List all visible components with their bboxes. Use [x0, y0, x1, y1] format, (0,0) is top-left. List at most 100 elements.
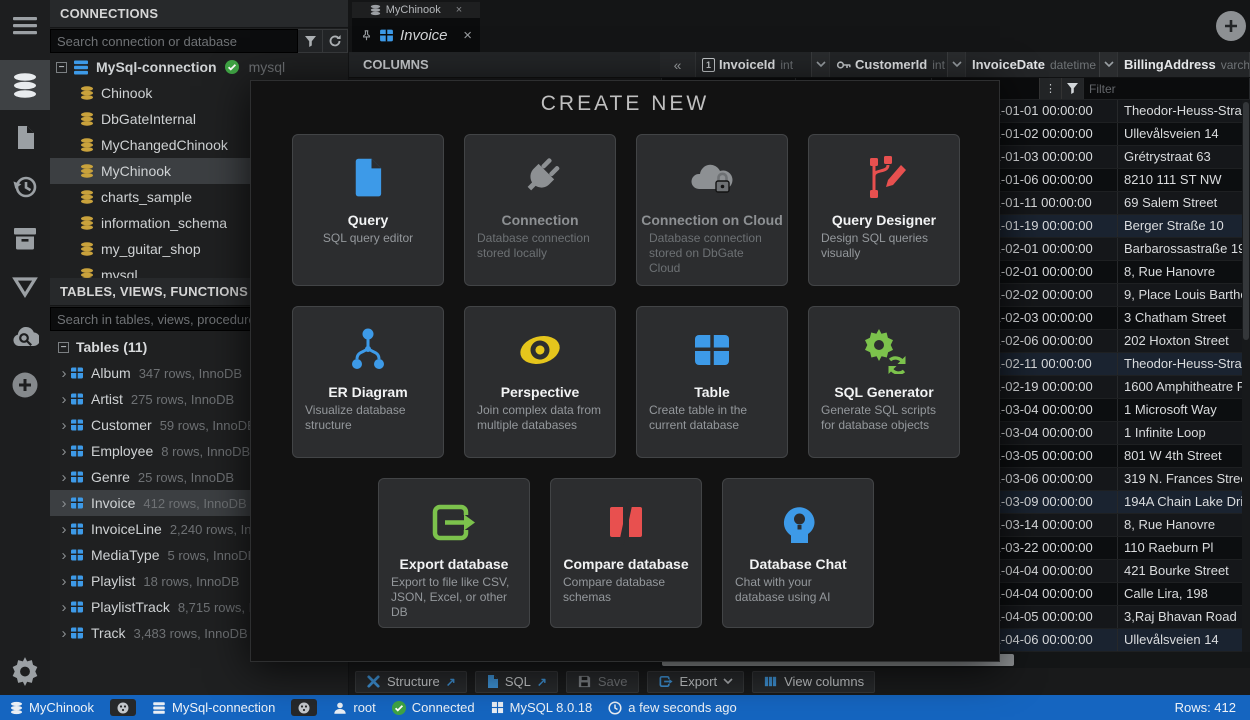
column-menu-chevron[interactable]	[1099, 52, 1117, 77]
cell-billingaddress[interactable]: Ullevålsveien 14	[1118, 123, 1250, 145]
cell-billingaddress[interactable]: 1 Microsoft Way	[1118, 399, 1250, 421]
cell-billingaddress[interactable]: 202 Hoxton Street	[1118, 330, 1250, 352]
settings-button[interactable]	[0, 646, 50, 696]
cell-billingaddress[interactable]: 110 Raeburn Pl	[1118, 537, 1250, 559]
tab-group-header[interactable]: MyChinook ×	[352, 2, 480, 18]
tile-export-database[interactable]: Export database Export to file like CSV,…	[378, 478, 530, 628]
statusbar-database[interactable]: MyChinook	[10, 700, 94, 715]
new-tab-button[interactable]	[1216, 11, 1246, 41]
cell-billingaddress[interactable]: 421 Bourke Street	[1118, 560, 1250, 582]
sidebar-item-cloud-search[interactable]	[0, 312, 50, 362]
vertical-scrollbar[interactable]	[1242, 100, 1250, 652]
table-icon	[70, 444, 84, 458]
cell-billingaddress[interactable]: 8, Rue Hanovre	[1118, 261, 1250, 283]
export-button[interactable]: Export	[647, 671, 745, 693]
connections-search-input[interactable]	[50, 29, 298, 53]
grid-header-row: « 1 InvoiceId int CustomerId int Invoice…	[660, 52, 1250, 78]
collapse-box-icon[interactable]: −	[58, 342, 69, 353]
expand-chevron-icon[interactable]: ›	[58, 495, 70, 512]
menu-button[interactable]	[0, 0, 50, 50]
tab-invoice[interactable]: Invoice ×	[352, 18, 480, 52]
cell-billingaddress[interactable]: Ullevålsveien 14	[1118, 629, 1250, 651]
cell-billingaddress[interactable]: Berger Straße 10	[1118, 215, 1250, 237]
sidebar-item-database[interactable]	[0, 60, 50, 110]
palette-icon	[116, 701, 130, 715]
tile-compare-database[interactable]: Compare database Compare database schema…	[550, 478, 702, 628]
cell-billingaddress[interactable]: Theodor-Heuss-Straße 34	[1118, 353, 1250, 375]
sql-button[interactable]: SQL ↗	[475, 671, 558, 693]
expand-chevron-icon[interactable]: ›	[58, 443, 70, 460]
collapse-columns-icon[interactable]: «	[660, 52, 696, 77]
cell-billingaddress[interactable]: 319 N. Frances Street	[1118, 468, 1250, 490]
tile-perspective[interactable]: Perspective Join complex data from multi…	[464, 306, 616, 458]
chevron-down-icon	[952, 61, 962, 68]
cell-billingaddress[interactable]: 3 Chatham Street	[1118, 307, 1250, 329]
tile-sql-generator[interactable]: SQL Generator Generate SQL scripts for d…	[808, 306, 960, 458]
tile-query-designer[interactable]: Query Designer Design SQL queries visual…	[808, 134, 960, 286]
close-tab-icon[interactable]: ×	[463, 27, 472, 44]
sidebar-item-history[interactable]	[0, 162, 50, 212]
column-menu-chevron[interactable]	[811, 52, 829, 77]
filter-funnel-icon[interactable]	[1061, 78, 1083, 99]
cell-billingaddress[interactable]: 3,Raj Bhavan Road	[1118, 606, 1250, 628]
connections-refresh-button[interactable]	[323, 29, 348, 53]
cell-billingaddress[interactable]: 1600 Amphitheatre Parkway	[1118, 376, 1250, 398]
database-color-chip[interactable]	[110, 699, 136, 716]
cell-billingaddress[interactable]: Theodor-Heuss-Straße 34	[1118, 100, 1250, 122]
statusbar-user[interactable]: root	[333, 700, 375, 715]
sidebar-item-filter[interactable]	[0, 262, 50, 312]
save-button[interactable]: Save	[566, 671, 639, 693]
column-header-invoicedate[interactable]: InvoiceDate datetime	[966, 52, 1118, 77]
statusbar-engine[interactable]: MySQL 8.0.18	[491, 700, 593, 715]
tile-er-diagram[interactable]: ER Diagram Visualize database structure	[292, 306, 444, 458]
cell-billingaddress[interactable]: Barbarossastraße 19	[1118, 238, 1250, 260]
statusbar-updated[interactable]: a few seconds ago	[608, 700, 736, 715]
cell-billingaddress[interactable]: Grétrystraat 63	[1118, 146, 1250, 168]
sidebar-item-archive[interactable]	[0, 212, 50, 262]
scrollbar-thumb[interactable]	[1243, 102, 1249, 340]
cell-billingaddress[interactable]: 801 W 4th Street	[1118, 445, 1250, 467]
tile-connection[interactable]: Connection Database connection stored lo…	[464, 134, 616, 286]
close-group-icon[interactable]: ×	[456, 4, 462, 16]
expand-chevron-icon[interactable]: ›	[58, 573, 70, 590]
filter-kebab-icon[interactable]: ⋮	[1039, 78, 1061, 99]
cell-billingaddress[interactable]: 9, Place Louis Barthou	[1118, 284, 1250, 306]
expand-chevron-icon[interactable]: ›	[58, 599, 70, 616]
database-item-label: MyChinook	[101, 163, 171, 179]
cell-billingaddress[interactable]: 69 Salem Street	[1118, 192, 1250, 214]
sidebar-item-add[interactable]	[0, 360, 50, 410]
connection-color-chip[interactable]	[291, 699, 317, 716]
connection-root-item[interactable]: − MySql-connection mysql	[50, 54, 348, 80]
plus-circle-icon	[11, 371, 39, 399]
tile-query[interactable]: Query SQL query editor	[292, 134, 444, 286]
cell-billingaddress[interactable]: Calle Lira, 198	[1118, 583, 1250, 605]
structure-button[interactable]: Structure ↗	[355, 671, 467, 693]
cell-billingaddress[interactable]: 1 Infinite Loop	[1118, 422, 1250, 444]
expand-chevron-icon[interactable]: ›	[58, 521, 70, 538]
expand-chevron-icon[interactable]: ›	[58, 469, 70, 486]
sidebar-item-files[interactable]	[0, 112, 50, 162]
tile-database-chat[interactable]: Database Chat Chat with your database us…	[722, 478, 874, 628]
tile-table[interactable]: Table Create table in the current databa…	[636, 306, 788, 458]
view-columns-button[interactable]: View columns	[752, 671, 875, 693]
connections-filter-button[interactable]	[298, 29, 323, 53]
expand-chevron-icon[interactable]: ›	[58, 625, 70, 642]
statusbar-status[interactable]: Connected	[392, 700, 475, 715]
column-header-customerid[interactable]: CustomerId int	[830, 52, 966, 77]
tab-label: Invoice	[400, 27, 448, 44]
column-header-invoiceid[interactable]: 1 InvoiceId int	[696, 52, 830, 77]
cell-billingaddress[interactable]: 8210 111 ST NW	[1118, 169, 1250, 191]
filter-input-billingaddress[interactable]	[1084, 78, 1249, 99]
filter-triangle-icon	[11, 275, 39, 299]
expand-chevron-icon[interactable]: ›	[58, 391, 70, 408]
column-header-billingaddress[interactable]: BillingAddress varchar	[1118, 52, 1250, 77]
expand-chevron-icon[interactable]: ›	[58, 365, 70, 382]
expand-chevron-icon[interactable]: ›	[58, 547, 70, 564]
column-menu-chevron[interactable]	[947, 52, 965, 77]
tile-connection-cloud[interactable]: Connection on Cloud Database connection …	[636, 134, 788, 286]
expand-chevron-icon[interactable]: ›	[58, 417, 70, 434]
statusbar-connection[interactable]: MySql-connection	[152, 700, 275, 715]
collapse-box-icon[interactable]: −	[56, 62, 67, 73]
cell-billingaddress[interactable]: 194A Chain Lake Drive	[1118, 491, 1250, 513]
cell-billingaddress[interactable]: 8, Rue Hanovre	[1118, 514, 1250, 536]
